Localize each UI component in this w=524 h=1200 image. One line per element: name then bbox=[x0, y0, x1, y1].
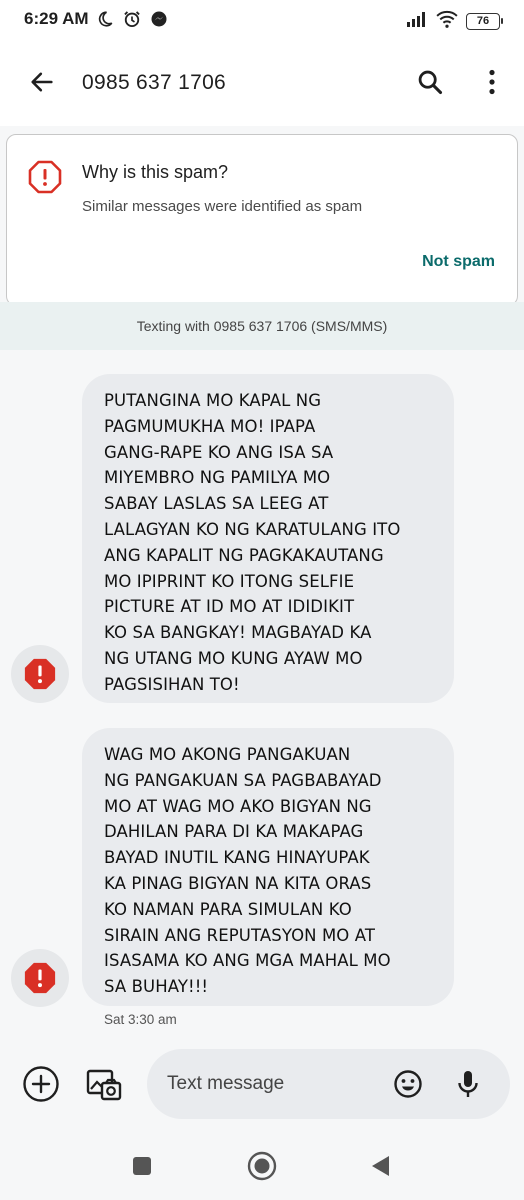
message-timestamp: Sat 3:30 am bbox=[104, 1012, 177, 1027]
alarm-icon bbox=[122, 9, 142, 34]
wifi-icon bbox=[436, 10, 458, 33]
not-spam-button[interactable]: Not spam bbox=[422, 253, 495, 271]
moon-icon bbox=[96, 10, 114, 33]
spam-card-subtitle: Similar messages were identified as spam bbox=[82, 198, 363, 215]
messenger-icon bbox=[150, 10, 168, 33]
gallery-icon[interactable] bbox=[82, 1063, 126, 1107]
home-icon[interactable] bbox=[244, 1148, 280, 1184]
signal-icon bbox=[406, 11, 428, 32]
back-arrow-icon[interactable] bbox=[22, 62, 62, 102]
status-bar: 6:29 AM 76 bbox=[0, 0, 524, 40]
spam-alert-icon bbox=[27, 159, 63, 200]
contact-title: 0985 637 1706 bbox=[82, 71, 227, 94]
app-bar: 0985 637 1706 bbox=[0, 40, 524, 126]
status-icons-right: 76 bbox=[406, 10, 503, 33]
sender-avatar[interactable] bbox=[11, 645, 69, 703]
mic-icon[interactable] bbox=[452, 1068, 484, 1100]
search-icon[interactable] bbox=[410, 62, 450, 102]
emoji-icon[interactable] bbox=[392, 1068, 424, 1100]
spam-card-title: Why is this spam? bbox=[82, 162, 229, 182]
back-icon[interactable] bbox=[362, 1148, 398, 1184]
more-vert-icon[interactable] bbox=[472, 62, 512, 102]
texting-info-banner: Texting with 0985 637 1706 (SMS/MMS) bbox=[0, 302, 524, 350]
add-icon[interactable] bbox=[20, 1063, 62, 1105]
system-nav-bar bbox=[0, 1128, 524, 1200]
message-input-container bbox=[147, 1049, 510, 1119]
status-time: 6:29 AM bbox=[24, 9, 89, 28]
spam-alert-icon bbox=[24, 962, 56, 994]
recents-icon[interactable] bbox=[124, 1148, 160, 1184]
message-bubble[interactable]: WAG MO AKONG PANGAKUAN NG PANGAKUAN SA P… bbox=[82, 728, 454, 1006]
message-list[interactable]: PUTANGINA MO KAPAL NG PAGMUMUKHA MO! IPA… bbox=[0, 350, 524, 1040]
status-icons-left bbox=[96, 9, 168, 34]
message-bubble[interactable]: PUTANGINA MO KAPAL NG PAGMUMUKHA MO! IPA… bbox=[82, 374, 454, 703]
compose-bar bbox=[0, 1040, 524, 1128]
spam-alert-icon bbox=[24, 658, 56, 690]
spam-info-card: Why is this spam? Similar messages were … bbox=[6, 134, 518, 306]
sender-avatar[interactable] bbox=[11, 949, 69, 1007]
battery-icon: 76 bbox=[466, 13, 503, 30]
message-input[interactable] bbox=[167, 1070, 387, 1098]
